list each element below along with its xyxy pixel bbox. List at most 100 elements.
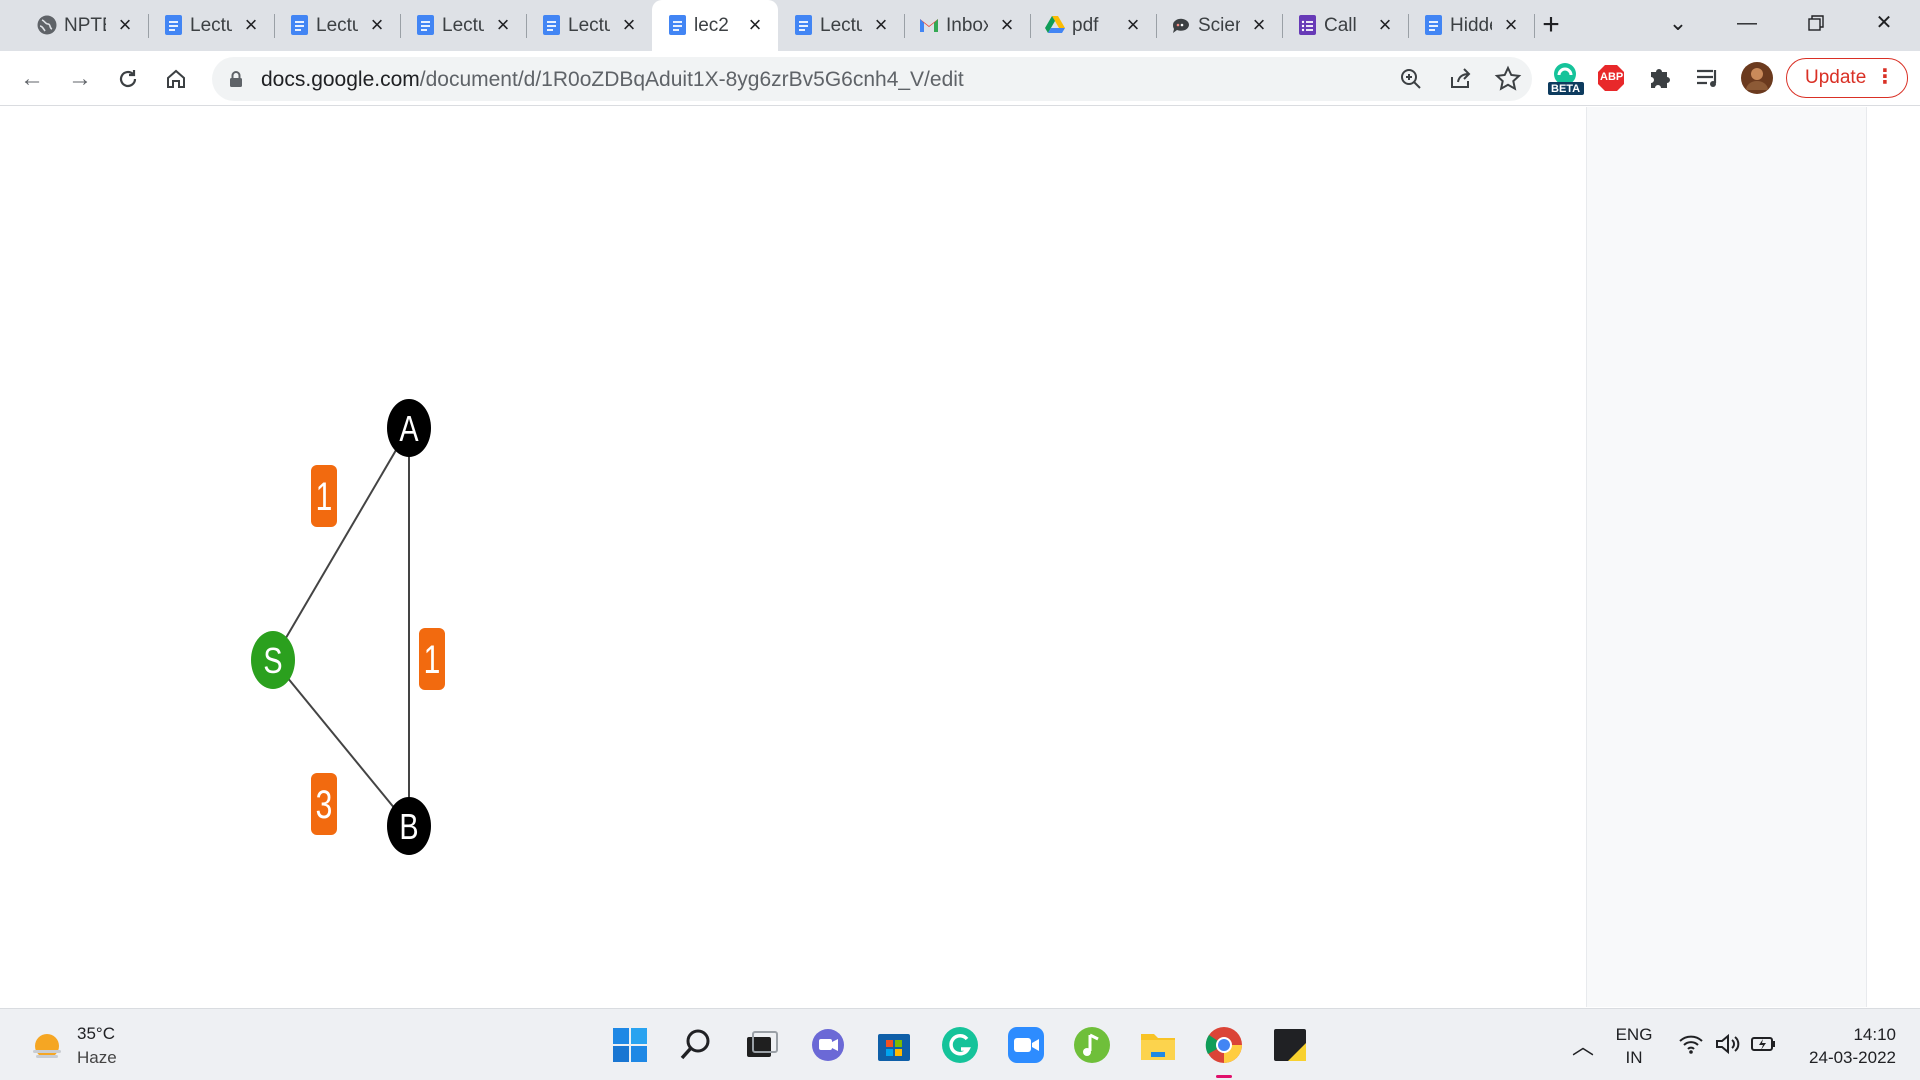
forward-button[interactable]: → — [64, 63, 96, 95]
language-indicator[interactable]: ENG IN — [1612, 1023, 1656, 1069]
browser-toolbar: ← → docs.google.com/document/d/1R0oZDBqA… — [0, 51, 1920, 106]
node-label: B — [399, 806, 418, 847]
browser-tab[interactable]: NPTEL × — [22, 0, 149, 51]
windows-start-icon[interactable] — [610, 1025, 650, 1065]
back-button[interactable]: ← — [16, 63, 48, 95]
taskbar: 35°C Haze ︿ ENG IN 14:10 24-03-2022 — [0, 1008, 1920, 1080]
close-tab-icon[interactable]: × — [994, 12, 1020, 38]
zoom-app-icon[interactable] — [1006, 1025, 1046, 1065]
browser-tab[interactable]: lec2 × — [652, 0, 778, 51]
node-label: A — [399, 408, 418, 449]
sticky-notes-icon[interactable] — [1270, 1025, 1310, 1065]
tab-search-chevron-icon[interactable]: ⌄ — [1658, 6, 1698, 40]
share-icon[interactable] — [1446, 65, 1474, 93]
update-button[interactable]: Update ⋮ — [1786, 58, 1908, 98]
google-docs-icon — [792, 14, 814, 36]
teams-chat-icon[interactable] — [808, 1025, 848, 1065]
close-tab-icon[interactable]: × — [1372, 12, 1398, 38]
home-button[interactable] — [160, 63, 192, 95]
sun-haze-icon — [33, 1034, 61, 1058]
tab-title: Call — [1324, 15, 1357, 36]
beta-badge: BETA — [1551, 83, 1581, 95]
chrome-icon[interactable] — [1204, 1025, 1244, 1078]
close-tab-icon[interactable]: × — [364, 12, 390, 38]
search-icon[interactable] — [676, 1025, 716, 1065]
url-host: docs.google.com — [261, 68, 420, 91]
close-tab-icon[interactable]: × — [868, 12, 894, 38]
tab-title: Inbox — [946, 15, 988, 36]
browser-tab[interactable]: Lecture × — [778, 0, 905, 51]
new-tab-button[interactable]: + — [1534, 8, 1568, 42]
close-tab-icon[interactable]: × — [742, 12, 768, 38]
google-forms-icon — [1296, 14, 1318, 36]
graph-edge-s-b — [272, 659, 410, 827]
close-tab-icon[interactable]: × — [1498, 12, 1524, 38]
browser-tab[interactable]: Lecture × — [274, 0, 401, 51]
file-explorer-icon[interactable] — [1138, 1025, 1178, 1065]
task-view-icon[interactable] — [742, 1025, 782, 1065]
browser-tab[interactable]: Lecture × — [526, 0, 653, 51]
browser-tab[interactable]: pdf × — [1030, 0, 1157, 51]
tab-title: Lecture — [316, 15, 358, 36]
show-hidden-icons-chevron-icon[interactable]: ︿ — [1572, 1029, 1594, 1061]
reload-button[interactable] — [112, 63, 144, 95]
weather-condition: Haze — [77, 1048, 117, 1067]
gmail-icon — [918, 14, 940, 36]
zoom-icon[interactable] — [1397, 65, 1425, 93]
browser-tab[interactable]: Lecture × — [148, 0, 275, 51]
scrollbar-track[interactable] — [1866, 107, 1920, 1007]
google-docs-icon — [288, 14, 310, 36]
edge-weight-s-a: 1 — [311, 465, 337, 527]
globe-icon — [36, 14, 58, 36]
edge-weight-label: 1 — [424, 638, 441, 682]
extensions-puzzle-icon[interactable] — [1645, 61, 1679, 95]
region-code: IN — [1625, 1048, 1643, 1067]
browser-tab[interactable]: Hidden × — [1408, 0, 1535, 51]
volume-icon[interactable] — [1714, 1033, 1742, 1060]
close-tab-icon[interactable]: × — [490, 12, 516, 38]
url-text: docs.google.com/document/d/1R0oZDBqAduit… — [261, 68, 964, 92]
grammarly-beta-extension-icon[interactable]: BETA — [1546, 61, 1584, 95]
menu-dots-icon: ⋮ — [1875, 66, 1895, 88]
document-canvas: 1 1 3 A S B — [0, 107, 1920, 1007]
media-queue-icon[interactable] — [1693, 61, 1727, 95]
close-tab-icon[interactable]: × — [112, 12, 138, 38]
browser-tab[interactable]: Science × — [1156, 0, 1283, 51]
close-window-button[interactable]: ✕ — [1864, 6, 1904, 40]
close-tab-icon[interactable]: × — [1120, 12, 1146, 38]
tab-title: Lecture — [442, 15, 484, 36]
close-tab-icon[interactable]: × — [1246, 12, 1272, 38]
clock-time: 14:10 — [1853, 1025, 1896, 1044]
system-clock[interactable]: 14:10 24-03-2022 — [1796, 1023, 1896, 1069]
close-tab-icon[interactable]: × — [238, 12, 264, 38]
weighted-graph-diagram: 1 1 3 A S B — [251, 399, 445, 855]
address-bar[interactable]: docs.google.com/document/d/1R0oZDBqAduit… — [212, 57, 1532, 101]
close-tab-icon[interactable]: × — [616, 12, 642, 38]
browser-tab[interactable]: Lecture × — [400, 0, 527, 51]
browser-tab[interactable]: Inbox × — [904, 0, 1031, 51]
tab-title: Hidden — [1450, 15, 1492, 36]
browser-tab[interactable]: Call × — [1282, 0, 1409, 51]
tab-title: pdf — [1072, 15, 1099, 36]
active-app-indicator — [1216, 1075, 1232, 1078]
graph-node-b: B — [387, 797, 431, 855]
restore-button[interactable] — [1796, 6, 1836, 40]
microsoft-store-icon[interactable] — [874, 1025, 914, 1065]
grammarly-app-icon[interactable] — [940, 1025, 980, 1065]
abp-label: ABP — [1600, 71, 1624, 83]
profile-avatar[interactable] — [1740, 61, 1774, 95]
chat-icon — [1170, 14, 1192, 36]
minimize-button[interactable]: — — [1727, 6, 1767, 40]
battery-charging-icon[interactable] — [1750, 1033, 1778, 1060]
tab-strip: NPTEL×Lecture×Lecture×Lecture×Lecture×le… — [0, 0, 1920, 51]
tab-title: Lecture — [820, 15, 862, 36]
edge-weight-label: 3 — [316, 783, 333, 827]
bookmark-star-icon[interactable] — [1494, 65, 1522, 93]
tab-title: Science — [1198, 15, 1240, 36]
music-app-icon[interactable] — [1072, 1025, 1112, 1065]
edge-weight-s-b: 3 — [311, 773, 337, 835]
google-docs-icon — [666, 14, 688, 36]
wifi-icon[interactable] — [1678, 1033, 1704, 1060]
adblock-plus-icon[interactable]: ABP — [1596, 61, 1630, 95]
graph-edge-s-a — [272, 427, 410, 661]
